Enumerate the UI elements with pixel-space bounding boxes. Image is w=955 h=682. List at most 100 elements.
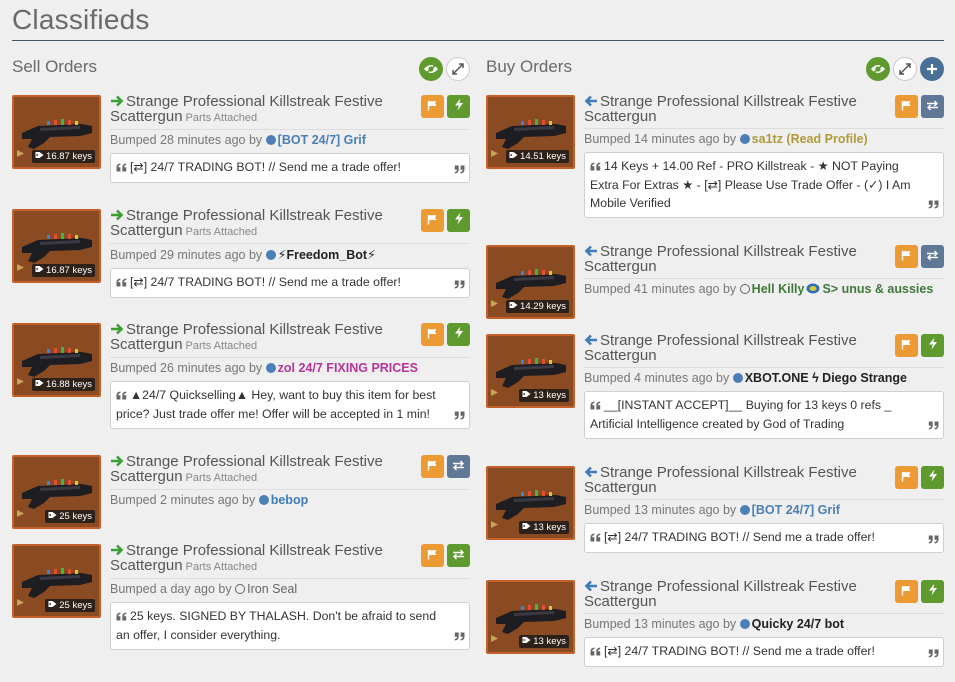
item-thumbnail[interactable]: 16.88 keys bbox=[12, 323, 101, 397]
item-thumbnail[interactable]: 13 keys bbox=[486, 334, 575, 408]
user-name[interactable]: Quicky 24/7 bot bbox=[752, 617, 844, 631]
item-name[interactable]: Strange Professional Killstreak Festive … bbox=[584, 332, 857, 364]
report-button[interactable] bbox=[421, 544, 444, 567]
listing-body: Strange Professional Killstreak Festive … bbox=[110, 322, 470, 429]
user-name[interactable]: [BOT 24/7] Grif bbox=[752, 503, 840, 517]
user-name[interactable]: zol 24/7 FIXING PRICES bbox=[278, 361, 418, 375]
report-button[interactable] bbox=[421, 455, 444, 478]
quality-icon bbox=[490, 295, 500, 313]
buy-orders-column: Buy Orders 14.51 keys Strange Professiona… bbox=[486, 55, 944, 667]
swap-icon bbox=[926, 98, 939, 116]
plus-button[interactable] bbox=[920, 57, 944, 81]
quote-open-icon bbox=[116, 387, 127, 405]
price-tag: 13 keys bbox=[519, 389, 569, 402]
trade-offer-button[interactable] bbox=[447, 544, 470, 567]
quote-open-icon bbox=[590, 643, 601, 661]
quote-close-icon bbox=[454, 628, 465, 646]
report-button[interactable] bbox=[895, 95, 918, 118]
item-thumbnail[interactable]: 16.87 keys bbox=[12, 95, 101, 169]
item-thumbnail[interactable]: 25 keys bbox=[12, 544, 101, 618]
listing-actions bbox=[895, 334, 944, 357]
listing-comment: 25 keys. SIGNED BY THALASH. Don't be afr… bbox=[110, 602, 470, 650]
instant-trade-button[interactable] bbox=[921, 334, 944, 357]
instant-trade-button[interactable] bbox=[921, 466, 944, 489]
lightning-icon bbox=[454, 212, 464, 230]
user-name[interactable]: Iron Seal bbox=[247, 582, 297, 596]
bump-text: Bumped 41 minutes ago by bbox=[584, 282, 737, 296]
item-title: Strange Professional Killstreak Festive … bbox=[584, 93, 944, 125]
eye-button[interactable] bbox=[866, 57, 890, 81]
price-tag: 14.51 keys bbox=[506, 150, 569, 163]
bump-line: Bumped 29 minutes ago by ⚡Freedom_Bot⚡ bbox=[110, 243, 470, 262]
listing-comment: ▲24/7 Quickselling▲ Hey, want to buy thi… bbox=[110, 381, 470, 429]
user-name[interactable]: sa1tz (Read Profile) bbox=[752, 132, 868, 146]
trade-offer-button[interactable] bbox=[921, 245, 944, 268]
key-icon bbox=[509, 301, 518, 312]
user-status-icon bbox=[732, 373, 743, 383]
flag-icon bbox=[901, 469, 912, 487]
user-name[interactable]: [BOT 24/7] Grif bbox=[278, 133, 366, 147]
flag-icon bbox=[427, 212, 438, 230]
item-thumbnail[interactable]: 16.87 keys bbox=[12, 209, 101, 283]
trade-offer-button[interactable] bbox=[921, 95, 944, 118]
expand-button[interactable] bbox=[446, 57, 470, 81]
instant-trade-button[interactable] bbox=[447, 209, 470, 232]
report-button[interactable] bbox=[421, 323, 444, 346]
quote-open-icon bbox=[590, 529, 601, 547]
price-text: 13 keys bbox=[533, 636, 566, 647]
report-button[interactable] bbox=[421, 209, 444, 232]
report-button[interactable] bbox=[421, 95, 444, 118]
bump-text: Bumped 2 minutes ago by bbox=[110, 493, 256, 507]
listing-actions bbox=[421, 95, 470, 118]
report-button[interactable] bbox=[895, 334, 918, 357]
quote-open-icon bbox=[116, 159, 127, 177]
user-name[interactable]: Hell Killy bbox=[752, 282, 805, 296]
quote-close-icon bbox=[928, 417, 939, 435]
quality-icon bbox=[16, 145, 26, 163]
trade-offer-button[interactable] bbox=[447, 455, 470, 478]
eye-button[interactable] bbox=[419, 57, 443, 81]
item-thumbnail[interactable]: 13 keys bbox=[486, 580, 575, 654]
user-name[interactable]: bebop bbox=[271, 493, 309, 507]
item-thumbnail[interactable]: 14.29 keys bbox=[486, 245, 575, 319]
key-icon bbox=[35, 265, 44, 276]
user-status-icon bbox=[739, 134, 750, 144]
instant-trade-button[interactable] bbox=[447, 95, 470, 118]
instant-trade-button[interactable] bbox=[921, 580, 944, 603]
report-button[interactable] bbox=[895, 580, 918, 603]
listing-actions bbox=[895, 245, 944, 268]
report-button[interactable] bbox=[895, 245, 918, 268]
bump-text: Bumped 13 minutes ago by bbox=[584, 503, 737, 517]
quality-icon bbox=[490, 384, 500, 402]
bump-text: Bumped a day ago by bbox=[110, 582, 232, 596]
expand-button[interactable] bbox=[893, 57, 917, 81]
listing-actions bbox=[421, 544, 470, 567]
listing-comment: 14 Keys + 14.00 Ref - PRO Killstreak - ★… bbox=[584, 152, 944, 218]
quality-icon bbox=[16, 594, 26, 612]
item-thumbnail[interactable]: 25 keys bbox=[12, 455, 101, 529]
item-name[interactable]: Strange Professional Killstreak Festive … bbox=[584, 243, 857, 275]
item-name[interactable]: Strange Professional Killstreak Festive … bbox=[584, 578, 857, 610]
item-name[interactable]: Strange Professional Killstreak Festive … bbox=[584, 464, 857, 496]
price-text: 13 keys bbox=[533, 522, 566, 533]
item-title: Strange Professional Killstreak Festive … bbox=[110, 208, 470, 239]
item-thumbnail[interactable]: 14.51 keys bbox=[486, 95, 575, 169]
item-thumbnail[interactable]: 13 keys bbox=[486, 466, 575, 540]
comment-text: __[INSTANT ACCEPT]__ Buying for 13 keys … bbox=[590, 398, 892, 431]
quote-open-icon bbox=[590, 158, 601, 176]
listing-body: Strange Professional Killstreak Festive … bbox=[584, 93, 944, 218]
expand-icon bbox=[899, 63, 911, 75]
listing-body: Strange Professional Killstreak Festive … bbox=[110, 208, 470, 298]
listing-actions bbox=[895, 95, 944, 118]
listing-body: Strange Professional Killstreak Festive … bbox=[584, 464, 944, 553]
swap-icon bbox=[452, 458, 465, 476]
emoji-icon bbox=[804, 282, 822, 296]
quote-close-icon bbox=[454, 407, 465, 425]
user-name[interactable]: XBOT.ONE ϟ Diego Strange bbox=[745, 371, 907, 385]
instant-trade-button[interactable] bbox=[447, 323, 470, 346]
report-button[interactable] bbox=[895, 466, 918, 489]
user-status-icon bbox=[265, 250, 276, 260]
user-name[interactable]: ⚡Freedom_Bot⚡ bbox=[278, 248, 376, 262]
item-name[interactable]: Strange Professional Killstreak Festive … bbox=[584, 93, 857, 125]
flag-icon bbox=[427, 547, 438, 565]
